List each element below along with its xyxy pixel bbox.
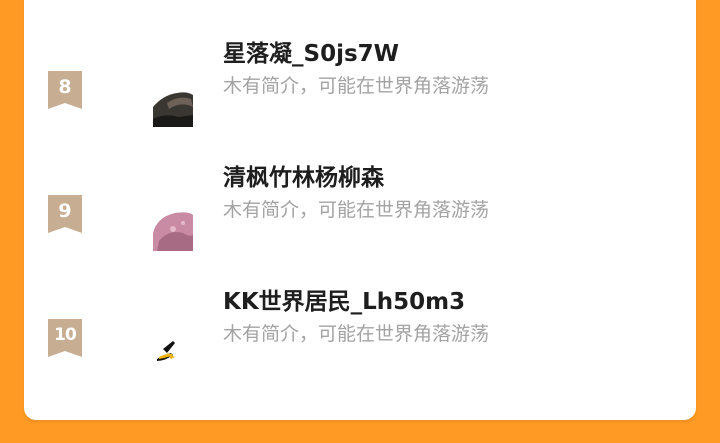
avatar[interactable] [153, 211, 193, 251]
rank-badge: 10 [48, 319, 82, 357]
avatar[interactable] [153, 87, 193, 127]
list-item[interactable]: 8 星落凝_S0js7W 木有简介，可能在世界角落游荡 [24, 41, 696, 163]
rank-number: 9 [58, 200, 72, 222]
pink-flower-avatar-icon [153, 211, 193, 251]
user-name[interactable]: 星落凝_S0js7W [223, 39, 399, 69]
user-name[interactable]: KK世界居民_Lh50m3 [223, 287, 465, 317]
rank-number: 8 [58, 76, 72, 98]
rank-badge: 8 [48, 71, 82, 109]
user-bio: 木有简介，可能在世界角落游荡 [223, 75, 490, 97]
rank-badge: 9 [48, 195, 82, 233]
user-bio: 木有简介，可能在世界角落游荡 [223, 199, 490, 221]
avatar[interactable] [153, 323, 193, 363]
user-bio: 木有简介，可能在世界角落游荡 [223, 323, 490, 345]
list-item[interactable]: 10 KK世界居民_Lh50m3 木有简介，可能在世界角落游荡 [24, 289, 696, 411]
user-name[interactable]: 清枫竹林杨柳森 [223, 163, 384, 193]
list-item[interactable]: 9 清枫竹林杨柳森 木有简介，可能在世界角落游荡 [24, 165, 696, 287]
leaderboard-card: 8 星落凝_S0js7W 木有简介，可能在世界角落游荡 9 清枫竹林杨柳森 木有… [24, 0, 696, 420]
dark-rock-avatar-icon [153, 87, 193, 127]
high-heel-avatar-icon [153, 323, 193, 363]
rank-number: 10 [54, 325, 77, 345]
